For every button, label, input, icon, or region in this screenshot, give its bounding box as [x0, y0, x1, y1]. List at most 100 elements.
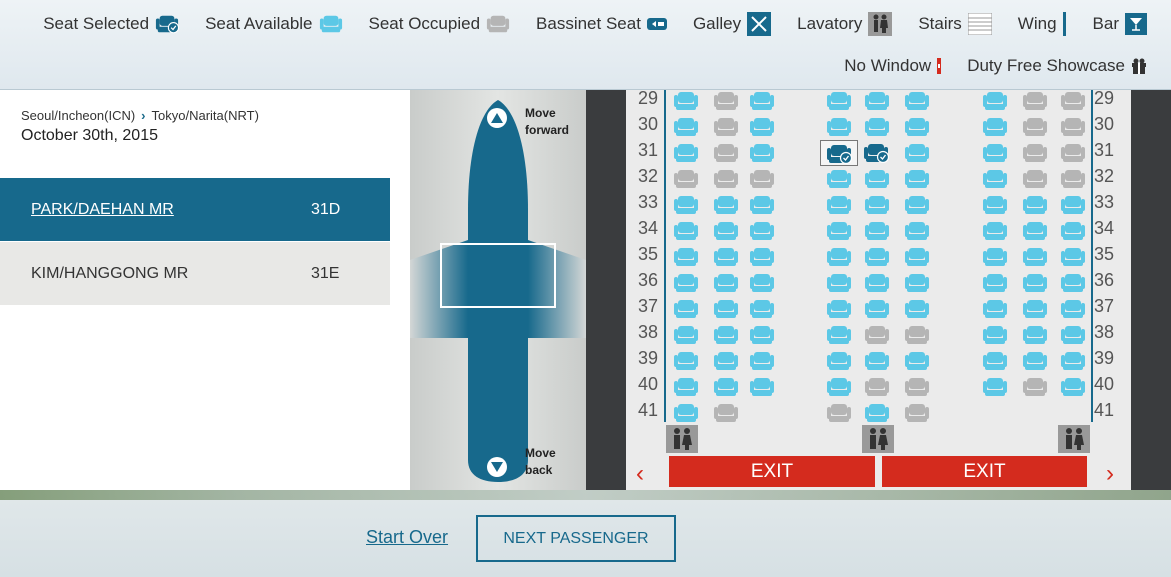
- seat-available[interactable]: [826, 351, 852, 371]
- seat-available[interactable]: [826, 221, 852, 241]
- seat-available[interactable]: [1060, 195, 1086, 215]
- seat-available[interactable]: [982, 273, 1008, 293]
- seat-available[interactable]: [749, 143, 775, 163]
- seat-available[interactable]: [982, 195, 1008, 215]
- seat-available[interactable]: [864, 247, 890, 267]
- seat-available[interactable]: [826, 377, 852, 397]
- seat-available[interactable]: [673, 221, 699, 241]
- seat-available[interactable]: [749, 91, 775, 111]
- seat-available[interactable]: [673, 143, 699, 163]
- seat-available[interactable]: [982, 169, 1008, 189]
- seat-available[interactable]: [826, 325, 852, 345]
- seat-available[interactable]: [673, 403, 699, 423]
- seat-available[interactable]: [904, 273, 930, 293]
- seat-available[interactable]: [904, 169, 930, 189]
- seat-available[interactable]: [982, 351, 1008, 371]
- seat-available[interactable]: [1060, 299, 1086, 319]
- seat-available[interactable]: [982, 325, 1008, 345]
- seat-available[interactable]: [1060, 221, 1086, 241]
- seat-available[interactable]: [1060, 377, 1086, 397]
- seat-available[interactable]: [713, 273, 739, 293]
- start-over-link[interactable]: Start Over: [366, 527, 448, 548]
- seat-available[interactable]: [904, 195, 930, 215]
- seat-available[interactable]: [982, 143, 1008, 163]
- seat-available[interactable]: [749, 325, 775, 345]
- seat-available[interactable]: [826, 247, 852, 267]
- seat-available[interactable]: [904, 143, 930, 163]
- seat-available[interactable]: [864, 195, 890, 215]
- seat-available[interactable]: [1022, 195, 1048, 215]
- seat-available[interactable]: [673, 273, 699, 293]
- next-passenger-button[interactable]: NEXT PASSENGER: [476, 515, 676, 562]
- seat-available[interactable]: [673, 325, 699, 345]
- seat-available[interactable]: [1060, 247, 1086, 267]
- seat-available[interactable]: [904, 247, 930, 267]
- chevron-left-icon[interactable]: ‹: [636, 460, 644, 488]
- seat-available[interactable]: [1060, 351, 1086, 371]
- seat-available[interactable]: [864, 403, 890, 423]
- seat-available[interactable]: [982, 221, 1008, 241]
- seat-available[interactable]: [749, 117, 775, 137]
- seat-available[interactable]: [749, 377, 775, 397]
- seat-available[interactable]: [826, 273, 852, 293]
- seat-available[interactable]: [713, 377, 739, 397]
- seat-available[interactable]: [713, 325, 739, 345]
- seat-available[interactable]: [864, 91, 890, 111]
- seat-available[interactable]: [1060, 325, 1086, 345]
- seat-available[interactable]: [713, 221, 739, 241]
- seat-available[interactable]: [673, 351, 699, 371]
- seat-available[interactable]: [864, 299, 890, 319]
- seat-available[interactable]: [749, 299, 775, 319]
- seat-available[interactable]: [673, 117, 699, 137]
- seat-available[interactable]: [749, 273, 775, 293]
- seat-available[interactable]: [864, 221, 890, 241]
- seat-selected[interactable]: [858, 140, 896, 166]
- seat-available[interactable]: [749, 247, 775, 267]
- seat-available[interactable]: [673, 247, 699, 267]
- seat-available[interactable]: [673, 195, 699, 215]
- seat-available[interactable]: [673, 377, 699, 397]
- move-back-button[interactable]: [487, 457, 507, 477]
- seat-available[interactable]: [1022, 351, 1048, 371]
- move-forward-label[interactable]: Move forward: [525, 105, 585, 139]
- seat-available[interactable]: [982, 299, 1008, 319]
- seat-available[interactable]: [673, 299, 699, 319]
- move-forward-button[interactable]: [487, 108, 507, 128]
- seat-available[interactable]: [1022, 325, 1048, 345]
- seat-available[interactable]: [904, 91, 930, 111]
- seat-available[interactable]: [1022, 273, 1048, 293]
- seat-available[interactable]: [673, 91, 699, 111]
- seat-available[interactable]: [749, 195, 775, 215]
- seat-available[interactable]: [826, 117, 852, 137]
- seat-available[interactable]: [864, 273, 890, 293]
- seat-available[interactable]: [749, 351, 775, 371]
- seat-available[interactable]: [982, 247, 1008, 267]
- seat-available[interactable]: [826, 91, 852, 111]
- chevron-right-icon[interactable]: ›: [1106, 460, 1114, 488]
- seat-available[interactable]: [982, 117, 1008, 137]
- move-back-label[interactable]: Move back: [525, 445, 565, 479]
- seat-available[interactable]: [982, 91, 1008, 111]
- seat-available[interactable]: [904, 351, 930, 371]
- seat-available[interactable]: [1060, 273, 1086, 293]
- passenger-row-park[interactable]: PARK/DAEHAN MR 31D: [0, 178, 390, 241]
- seat-available[interactable]: [713, 351, 739, 371]
- seat-available[interactable]: [904, 299, 930, 319]
- seat-available[interactable]: [864, 117, 890, 137]
- seat-selected[interactable]: [820, 140, 858, 166]
- seat-available[interactable]: [826, 169, 852, 189]
- seat-available[interactable]: [749, 221, 775, 241]
- seat-available[interactable]: [864, 351, 890, 371]
- seat-available[interactable]: [904, 221, 930, 241]
- seat-available[interactable]: [713, 195, 739, 215]
- seat-available[interactable]: [904, 117, 930, 137]
- seat-available[interactable]: [982, 377, 1008, 397]
- seat-available[interactable]: [1022, 247, 1048, 267]
- seat-available[interactable]: [1022, 299, 1048, 319]
- passenger-row-kim[interactable]: KIM/HANGGONG MR 31E: [0, 242, 390, 305]
- seat-available[interactable]: [864, 169, 890, 189]
- seat-available[interactable]: [713, 247, 739, 267]
- seat-available[interactable]: [1022, 221, 1048, 241]
- seat-available[interactable]: [826, 195, 852, 215]
- passenger-name[interactable]: PARK/DAEHAN MR: [31, 201, 174, 219]
